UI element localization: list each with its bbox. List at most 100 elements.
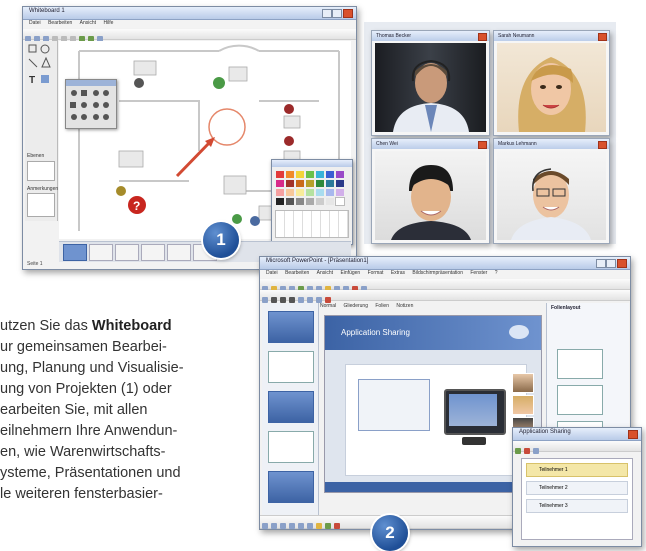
shape-tools-icon[interactable] [66, 86, 116, 128]
shape-palette[interactable] [65, 79, 117, 129]
slide-thumb-3[interactable] [268, 391, 314, 423]
play-icon[interactable] [515, 448, 521, 454]
swatch-brown[interactable] [296, 180, 304, 187]
swatch-magenta[interactable] [276, 180, 284, 187]
tab-outline[interactable]: Gliederung [344, 303, 368, 309]
font-color-icon[interactable] [334, 523, 340, 529]
swatch-midgray[interactable] [306, 198, 314, 205]
close-icon[interactable] [598, 141, 607, 149]
swatch-purple[interactable] [336, 171, 344, 178]
color-swatches[interactable] [275, 170, 349, 206]
close-icon[interactable] [478, 141, 487, 149]
main-slide[interactable]: Application Sharing [324, 315, 542, 493]
swatch-pink[interactable] [276, 189, 284, 196]
menu-view[interactable]: Ansicht [317, 270, 333, 276]
notes-panel[interactable] [27, 193, 55, 217]
layout-option-2[interactable] [557, 385, 603, 415]
app-titlebar[interactable]: Microsoft PowerPoint - [Präsentation1] [260, 257, 630, 270]
swatch-yellow[interactable] [296, 171, 304, 178]
swatch-orange[interactable] [286, 171, 294, 178]
textbox-icon[interactable] [307, 523, 313, 529]
page-thumb-1[interactable] [63, 244, 87, 261]
menu-file[interactable]: Datei [266, 270, 278, 276]
ellipse-icon[interactable] [298, 523, 304, 529]
page-thumb-2[interactable] [89, 244, 113, 261]
draw-icon[interactable] [262, 523, 268, 529]
small-window-titlebar[interactable]: Application Sharing [513, 428, 641, 441]
page-thumb-3[interactable] [115, 244, 139, 261]
menu-file[interactable]: Datei [29, 20, 41, 26]
slide-thumb-2[interactable] [268, 351, 314, 383]
swatch-silver[interactable] [326, 198, 334, 205]
menu-edit[interactable]: Bearbeiten [48, 20, 72, 26]
swatch-blue[interactable] [326, 171, 334, 178]
color-grid-custom[interactable] [275, 210, 349, 238]
close-button[interactable] [343, 9, 353, 18]
layers-panel[interactable] [27, 161, 55, 181]
swatch-cyan[interactable] [316, 171, 324, 178]
menu-view[interactable]: Ansicht [80, 20, 96, 26]
list-item[interactable]: Teilnehmer 3 [526, 499, 628, 513]
tab-notes[interactable]: Notizen [396, 303, 413, 309]
slide-thumb-4[interactable] [268, 431, 314, 463]
line-icon[interactable] [280, 523, 286, 529]
swatch-lavender[interactable] [336, 189, 344, 196]
tab-slides[interactable]: Folien [375, 303, 389, 309]
close-button[interactable] [628, 430, 638, 439]
minimize-button[interactable] [322, 9, 332, 18]
swatch-navy[interactable] [336, 180, 344, 187]
maximize-button[interactable] [332, 9, 342, 18]
slide-thumb-5[interactable] [268, 471, 314, 503]
menu-window[interactable]: Fenster [470, 270, 487, 276]
menu-help[interactable]: ? [495, 270, 498, 276]
maximize-button[interactable] [606, 259, 616, 268]
swatch-lightgreen[interactable] [306, 189, 314, 196]
close-button[interactable] [617, 259, 627, 268]
swatch-darkgray[interactable] [286, 198, 294, 205]
color-picker-titlebar[interactable] [272, 160, 352, 167]
menu-insert[interactable]: Einfügen [340, 270, 360, 276]
arrow-icon[interactable] [271, 523, 277, 529]
swatch-darkgreen[interactable] [316, 180, 324, 187]
swatch-red[interactable] [276, 171, 284, 178]
page-thumb-5[interactable] [167, 244, 191, 261]
video-tile-1[interactable]: Thomas Becker [371, 30, 490, 136]
menu-tools[interactable]: Extras [391, 270, 405, 276]
swatch-white[interactable] [335, 197, 345, 206]
video-tile-2[interactable]: Sarah Neumann [493, 30, 610, 136]
slide-thumb-1[interactable] [268, 311, 314, 343]
page-thumb-4[interactable] [141, 244, 165, 261]
settings-icon[interactable] [533, 448, 539, 454]
close-icon[interactable] [478, 33, 487, 41]
fill-color-icon[interactable] [316, 523, 322, 529]
menu-help[interactable]: Hilfe [103, 20, 113, 26]
swatch-black[interactable] [276, 198, 284, 205]
list-item[interactable]: Teilnehmer 1 [526, 463, 628, 477]
swatch-lightgray[interactable] [316, 198, 324, 205]
menu-slideshow[interactable]: Bildschirmpräsentation [412, 270, 463, 276]
swatch-peach[interactable] [286, 189, 294, 196]
color-picker[interactable] [271, 159, 353, 245]
tab-normal[interactable]: Normal [320, 303, 336, 309]
swatch-lightblue[interactable] [326, 189, 334, 196]
layout-option-1[interactable] [557, 349, 603, 379]
menu-edit[interactable]: Bearbeiten [285, 270, 309, 276]
close-icon[interactable] [598, 33, 607, 41]
whiteboard-titlebar[interactable]: Whiteboard 1 [23, 7, 356, 20]
menu-format[interactable]: Format [368, 270, 384, 276]
stop-icon[interactable] [524, 448, 530, 454]
swatch-lightyellow[interactable] [296, 189, 304, 196]
swatch-olive[interactable] [306, 180, 314, 187]
swatch-gray[interactable] [296, 198, 304, 205]
drawing-tools-icon[interactable]: T [25, 41, 57, 101]
line-color-icon[interactable] [325, 523, 331, 529]
swatch-lightcyan[interactable] [316, 189, 324, 196]
video-tile-3[interactable]: Chen Wei [371, 138, 490, 244]
swatch-teal[interactable] [326, 180, 334, 187]
rectangle-icon[interactable] [289, 523, 295, 529]
minimize-button[interactable] [596, 259, 606, 268]
video-tile-4[interactable]: Markus Lehmann [493, 138, 610, 244]
swatch-green[interactable] [306, 171, 314, 178]
swatch-darkred[interactable] [286, 180, 294, 187]
list-item[interactable]: Teilnehmer 2 [526, 481, 628, 495]
